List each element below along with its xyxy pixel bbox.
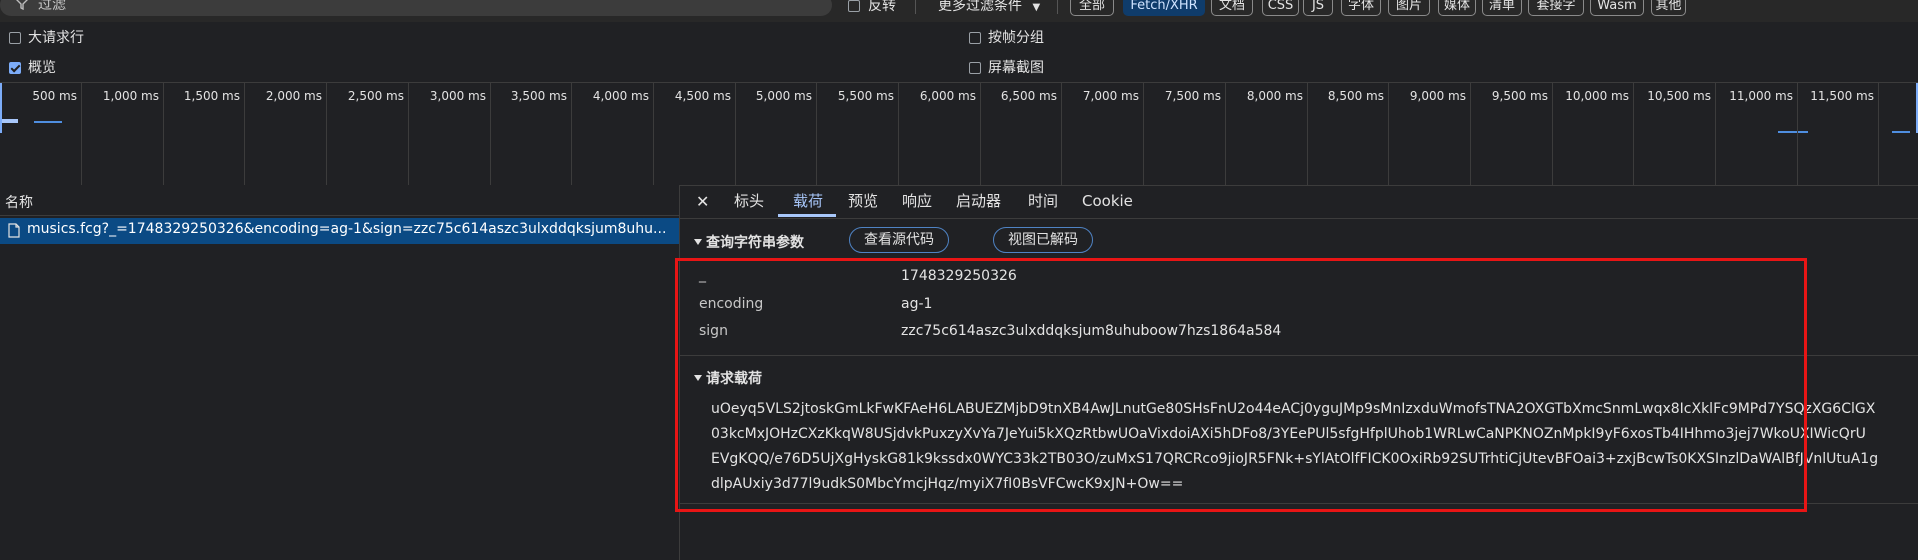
timeline-tick-label: 1,500 ms bbox=[183, 89, 240, 103]
filter-chip[interactable]: 其他 bbox=[1651, 0, 1686, 16]
query-section-title[interactable]: 查询字符串参数 bbox=[706, 232, 804, 252]
filter-chip[interactable]: CSS bbox=[1262, 0, 1299, 16]
timeline-request-bar bbox=[2, 119, 18, 123]
view-source-button[interactable]: 查看源代码 bbox=[849, 227, 949, 253]
timeline-tick-label: 11,000 ms bbox=[1729, 89, 1793, 103]
timeline-gridline bbox=[408, 83, 409, 185]
timeline-tick-label: 500 ms bbox=[32, 89, 77, 103]
filter-chip[interactable]: JS bbox=[1303, 0, 1333, 16]
timeline-gridline bbox=[1388, 83, 1389, 185]
filter-chip[interactable]: 文档 bbox=[1211, 0, 1253, 16]
timeline-request-bar bbox=[1778, 131, 1808, 133]
chevron-down-icon: ▼ bbox=[1032, 2, 1041, 13]
column-header-name[interactable]: 名称 bbox=[0, 185, 679, 216]
tab-preview[interactable]: 预览 bbox=[848, 185, 878, 218]
timeline-tick-label: 4,500 ms bbox=[674, 89, 731, 103]
timeline-tick-label: 10,000 ms bbox=[1565, 89, 1629, 103]
big-rows-label: 大请求行 bbox=[28, 30, 84, 46]
tab-cookies[interactable]: Cookie bbox=[1082, 185, 1133, 218]
overview-label: 概览 bbox=[28, 60, 56, 76]
more-filters-label: 更多过滤条件 bbox=[938, 0, 1022, 14]
tab-response[interactable]: 响应 bbox=[902, 185, 932, 218]
toolbar-divider bbox=[1057, 0, 1058, 14]
filter-chip[interactable]: Fetch/XHR bbox=[1123, 0, 1205, 16]
close-icon[interactable]: ✕ bbox=[696, 185, 709, 218]
timeline-gridline bbox=[81, 83, 82, 185]
filter-chip[interactable]: 图片 bbox=[1388, 0, 1430, 16]
toolbar-divider bbox=[915, 0, 916, 14]
timeline-tick-label: 6,500 ms bbox=[1000, 89, 1057, 103]
filter-chip[interactable]: 套接字 bbox=[1528, 0, 1584, 16]
timeline-tick-label: 3,000 ms bbox=[429, 89, 486, 103]
timeline-tick-label: 8,000 ms bbox=[1246, 89, 1303, 103]
group-by-frame-label: 按帧分组 bbox=[988, 30, 1044, 46]
big-rows-checkbox[interactable] bbox=[9, 32, 21, 44]
filter-chip[interactable]: 清单 bbox=[1482, 0, 1522, 16]
tab-headers[interactable]: 标头 bbox=[734, 185, 764, 218]
timeline-gridline bbox=[326, 83, 327, 185]
timeline-overview[interactable]: 500 ms 1,000 ms 1,500 ms 2,000 ms 2,500 ms 3,… bbox=[0, 82, 1918, 186]
timeline-gridline bbox=[1878, 83, 1879, 185]
tab-timing[interactable]: 时间 bbox=[1028, 185, 1058, 218]
filter-chip[interactable]: 全部 bbox=[1070, 0, 1114, 16]
overview-checkbox[interactable] bbox=[9, 62, 21, 74]
timeline-tick-label: 2,000 ms bbox=[265, 89, 322, 103]
timeline-tick-label: 5,000 ms bbox=[755, 89, 812, 103]
request-name: musics.fcg?_=1748329250326&encoding=ag-1… bbox=[27, 221, 667, 237]
timeline-gridline bbox=[1715, 83, 1716, 185]
timeline-gridline bbox=[244, 83, 245, 185]
timeline-tick-label: 4,000 ms bbox=[592, 89, 649, 103]
view-decoded-button[interactable]: 视图已解码 bbox=[993, 227, 1093, 253]
filter-chip[interactable]: 媒体 bbox=[1438, 0, 1476, 16]
timeline-gridline bbox=[1061, 83, 1062, 185]
timeline-tick-label: 3,500 ms bbox=[510, 89, 567, 103]
detail-tabs-bar: ✕ 标头 载荷 预览 响应 启动器 时间 Cookie bbox=[680, 185, 1918, 219]
more-filters-dropdown[interactable]: 更多过滤条件 ▼ bbox=[938, 0, 1040, 17]
screenshots-label: 屏幕截图 bbox=[988, 60, 1044, 76]
highlight-annotation-box bbox=[675, 258, 1807, 512]
invert-label: 反转 bbox=[868, 0, 896, 14]
invert-checkbox[interactable] bbox=[848, 0, 860, 12]
collapse-triangle-icon[interactable] bbox=[694, 239, 702, 245]
timeline-tick-label: 8,500 ms bbox=[1327, 89, 1384, 103]
timeline-gridline bbox=[1470, 83, 1471, 185]
timeline-tick-label: 9,500 ms bbox=[1491, 89, 1548, 103]
active-tab-indicator bbox=[778, 214, 836, 217]
column-name-label: 名称 bbox=[5, 195, 33, 211]
timeline-request-bar bbox=[1892, 131, 1910, 133]
filter-funnel-icon bbox=[15, 0, 31, 14]
timeline-tick-label: 6,000 ms bbox=[919, 89, 976, 103]
timeline-gridline bbox=[653, 83, 654, 185]
timeline-tick-label: 7,000 ms bbox=[1082, 89, 1139, 103]
document-icon bbox=[8, 223, 20, 242]
filter-chip[interactable]: 字体 bbox=[1341, 0, 1381, 16]
timeline-gridline bbox=[1225, 83, 1226, 185]
timeline-request-bar bbox=[34, 121, 62, 123]
timeline-tick-label: 5,500 ms bbox=[837, 89, 894, 103]
timeline-gridline bbox=[1143, 83, 1144, 185]
screenshots-checkbox[interactable] bbox=[969, 62, 981, 74]
timeline-gridline bbox=[571, 83, 572, 185]
timeline-gridline bbox=[816, 83, 817, 185]
timeline-tick-label: 9,000 ms bbox=[1409, 89, 1466, 103]
group-by-frame-checkbox[interactable] bbox=[969, 32, 981, 44]
tab-initiator[interactable]: 启动器 bbox=[956, 185, 1001, 218]
timeline-gridline bbox=[1633, 83, 1634, 185]
timeline-tick-label: 1,000 ms bbox=[102, 89, 159, 103]
timeline-tick-label: 10,500 ms bbox=[1647, 89, 1711, 103]
timeline-gridline bbox=[898, 83, 899, 185]
filter-input[interactable] bbox=[0, 0, 832, 16]
timeline-tick-label: 11,500 ms bbox=[1810, 89, 1874, 103]
request-row[interactable]: musics.fcg?_=1748329250326&encoding=ag-1… bbox=[0, 218, 679, 244]
timeline-tick-label: 7,500 ms bbox=[1164, 89, 1221, 103]
filter-placeholder: 过滤 bbox=[38, 0, 66, 13]
timeline-tick-label: 2,500 ms bbox=[347, 89, 404, 103]
filter-chip[interactable]: Wasm bbox=[1590, 0, 1644, 16]
